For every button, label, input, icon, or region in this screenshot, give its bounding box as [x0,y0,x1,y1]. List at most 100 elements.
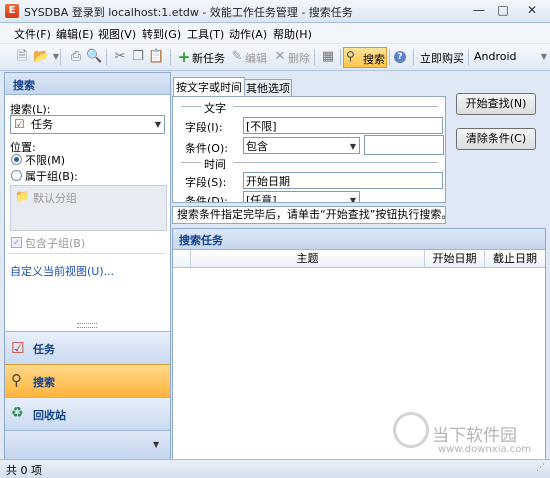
toolbar-separator [389,49,390,65]
toolbar-separator [340,49,341,65]
nav-task-label: 任务 [33,343,55,356]
divider [181,162,201,163]
search-button-label: 搜索 [363,53,385,66]
menu-action[interactable]: 动作(A) [229,26,267,42]
toolbar-separator [170,49,171,65]
edit-icon[interactable]: ✎ [229,49,245,65]
splitter-handle[interactable] [77,323,97,328]
field-label: 字段(I): [185,121,223,134]
column-start-date[interactable]: 开始日期 [425,250,485,267]
time-condition-label: 条件(D): [185,195,228,203]
condition-text-input[interactable] [364,135,444,155]
new-document-icon[interactable]: 🗎 [14,49,30,65]
window-title: SYSDBA 登录到 localhost:1.etdw - 效能工作任务管理 -… [24,6,353,19]
menu-goto[interactable]: 转到(G) [142,26,181,42]
toolbar-separator [413,49,414,65]
menu-edit[interactable]: 编辑(E) [56,26,94,42]
close-icon[interactable]: ✕ [518,2,546,18]
search-type-dropdown[interactable]: ☑ 任务 ▼ [10,115,165,134]
search-form: 文字 字段(I): [不限] 条件(O): 包含 ▼ 时间 字段(S): 开始日… [172,96,446,203]
clear-conditions-button[interactable]: 清除条件(C) [456,128,536,150]
tab-text-time[interactable]: 按文字或时间 [173,77,245,97]
nav-search[interactable]: ⚲ 搜索 [5,364,170,398]
condition-label: 条件(O): [185,142,228,155]
divider [233,106,438,107]
divider [181,106,201,107]
chevron-down-icon: ▼ [154,120,161,129]
nav-recycle-bin[interactable]: ♻ 回收站 [5,397,170,431]
tab-other-options[interactable]: 其他选项 [244,79,292,97]
include-subgroups-label[interactable]: 包含子组(B) [25,235,85,251]
time-field-label: 字段(S): [185,176,227,189]
results-title: 搜索任务 [179,234,223,247]
toolbar-separator [106,49,107,65]
menu-help[interactable]: 帮助(H) [273,26,312,42]
radio-group[interactable] [11,170,22,181]
edit-button[interactable]: 编辑 [245,50,267,66]
chevron-down-icon[interactable]: ▼ [153,440,159,449]
task-icon: ☑ [14,117,25,131]
column-icon[interactable] [173,250,191,267]
toolbar-separator [314,49,315,65]
start-search-button[interactable]: 开始查找(N) [456,93,536,115]
field-input[interactable]: [不限] [243,117,443,134]
toolbar: 🗎 📂 ▼ ⎙ 🔍 ✂ ❐ 📋 + 新任务 ✎ 编辑 ✕ 删除 ▦ ⚲ 搜索 ?… [0,44,550,71]
menu-view[interactable]: 视图(V) [98,26,136,42]
divider [9,253,166,254]
status-bar: 共 0 项 ⋰ [0,459,550,478]
menu-tools[interactable]: 工具(T) [187,26,224,42]
menu-file[interactable]: 文件(F) [14,26,51,42]
custom-view-link[interactable]: 自定义当前视图(U)... [10,263,114,279]
include-subgroups-checkbox[interactable]: ✓ [11,237,22,248]
toolbar-separator [468,49,469,65]
column-subject[interactable]: 主题 [191,250,425,267]
task-icon: ☑ [11,339,25,357]
time-condition-dropdown[interactable]: [任意] ▼ [243,191,360,203]
radio-unlimited-label[interactable]: 不限(M) [25,152,65,168]
chevron-down-icon[interactable]: ▼ [48,49,64,65]
new-task-button[interactable]: 新任务 [192,50,225,66]
app-icon: E [5,4,19,18]
open-folder-icon[interactable]: 📂 [33,49,49,65]
radio-unlimited[interactable] [11,154,22,165]
minimize-icon[interactable]: — [468,2,490,18]
toolbar-overflow-icon[interactable]: ▼ [536,49,550,65]
paste-icon[interactable]: 📋 [148,49,164,65]
delete-icon[interactable]: ✕ [272,49,288,65]
search-panel-header: 搜索 [5,73,170,95]
time-field-input[interactable]: 开始日期 [243,172,443,189]
nav-more[interactable]: ▼ [5,430,170,460]
group-item[interactable]: 默认分组 [33,190,77,206]
recycle-bin-icon: ♻ [11,405,24,421]
print-icon[interactable]: ⎙ [68,49,84,65]
search-button[interactable]: ⚲ 搜索 [343,47,387,68]
menu-bar: 文件(F) 编辑(E) 视图(V) 转到(G) 工具(T) 动作(A) 帮助(H… [0,23,550,43]
android-button[interactable]: Android [474,50,517,63]
add-icon[interactable]: + [176,49,192,65]
nav-recycle-label: 回收站 [33,409,66,422]
buy-now-button[interactable]: 立即购买 [420,50,464,66]
cut-icon[interactable]: ✂ [112,49,128,65]
help-icon[interactable]: ? [394,51,406,63]
search-panel: 搜索 搜索(L): ☑ 任务 ▼ 位置: 不限(M) 属于组(B): 📁 默认分… [4,72,171,460]
calendar-icon[interactable]: ▦ [320,49,336,65]
group-list[interactable]: 📁 默认分组 [10,185,167,231]
column-due-date[interactable]: 截止日期 [485,250,545,267]
radio-group-label[interactable]: 属于组(B): [25,168,78,184]
maximize-icon[interactable]: □ [492,2,514,18]
search-icon: ⚲ [346,49,355,63]
delete-button[interactable]: 删除 [288,50,310,66]
condition-dropdown[interactable]: 包含 ▼ [243,137,360,154]
nav-search-label: 搜索 [33,376,55,389]
search-type-value: 任务 [31,118,53,131]
results-column-header: 主题 开始日期 截止日期 [173,250,545,268]
watermark-name: 当下软件园 [432,426,517,446]
resize-grip-icon[interactable]: ⋰ [536,463,545,473]
copy-icon[interactable]: ❐ [130,49,146,65]
chevron-down-icon: ▼ [349,196,356,203]
text-section-label: 文字 [204,102,226,115]
condition-value: 包含 [246,140,268,153]
nav-task[interactable]: ☑ 任务 [5,331,170,365]
search-panel-title: 搜索 [13,79,35,92]
print-preview-icon[interactable]: 🔍 [86,49,102,65]
